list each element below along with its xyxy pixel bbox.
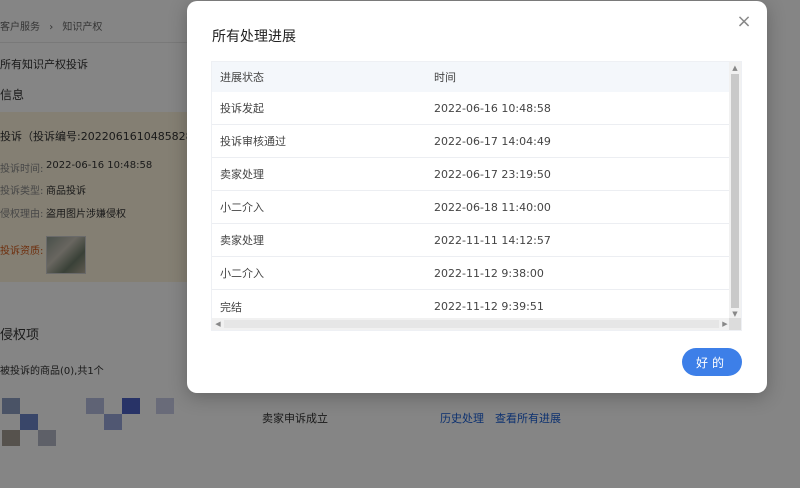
row-status: 投诉审核通过: [220, 135, 286, 148]
ok-button[interactable]: 好的: [682, 348, 742, 376]
progress-modal: 所有处理进展 × 进展状态 时间 投诉发起 2022-06-16 10:48:5…: [187, 1, 767, 393]
row-status: 小二介入: [220, 201, 264, 214]
row-status: 卖家处理: [220, 234, 264, 247]
row-time: 2022-11-12 9:38:00: [434, 266, 544, 280]
table-header: 进展状态 时间: [212, 62, 731, 92]
scroll-up-icon[interactable]: ▲: [729, 62, 741, 74]
row-status: 小二介入: [220, 267, 264, 280]
row-time: 2022-06-16 10:48:58: [434, 101, 551, 115]
table-row: 小二介入 2022-06-18 11:40:00: [212, 191, 731, 224]
table-row: 卖家处理 2022-11-11 14:12:57: [212, 224, 731, 257]
scroll-left-icon[interactable]: ◀: [212, 318, 224, 330]
scrollbar-corner: [729, 318, 741, 330]
horizontal-scrollbar[interactable]: ◀ ▶: [212, 318, 731, 330]
table-row: 投诉审核通过 2022-06-17 14:04:49: [212, 125, 731, 158]
table-row: 小二介入 2022-11-12 9:38:00: [212, 257, 731, 290]
modal-title: 所有处理进展: [212, 29, 296, 45]
table-row: 投诉发起 2022-06-16 10:48:58: [212, 92, 731, 125]
row-time: 2022-11-11 14:12:57: [434, 233, 551, 247]
column-header-status: 进展状态: [220, 71, 264, 84]
row-status: 卖家处理: [220, 168, 264, 181]
table-row: 卖家处理 2022-06-17 23:19:50: [212, 158, 731, 191]
column-header-time: 时间: [434, 71, 456, 84]
progress-table: 进展状态 时间 投诉发起 2022-06-16 10:48:58 投诉审核通过 …: [211, 61, 742, 331]
row-time: 2022-06-17 14:04:49: [434, 134, 551, 148]
vertical-scrollbar[interactable]: ▲ ▼: [729, 62, 741, 320]
row-time: 2022-06-17 23:19:50: [434, 167, 551, 181]
row-status: 投诉发起: [220, 102, 264, 115]
close-icon[interactable]: ×: [735, 13, 753, 31]
scrollbar-thumb[interactable]: [224, 320, 719, 328]
row-time: 2022-06-18 11:40:00: [434, 200, 551, 214]
scrollbar-thumb[interactable]: [731, 74, 739, 308]
